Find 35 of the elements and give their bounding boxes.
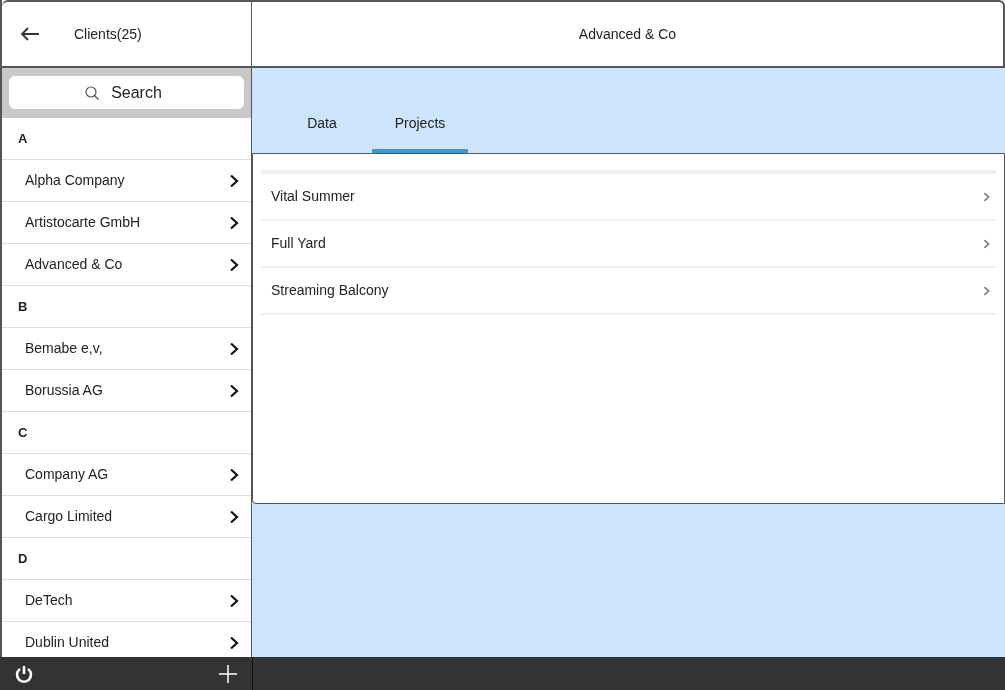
client-list-item[interactable]: Bemabe e,v, xyxy=(2,328,251,370)
chevron-right-icon xyxy=(229,635,239,650)
chevron-right-icon xyxy=(229,173,239,188)
chevron-right-icon xyxy=(229,215,239,230)
section-letter: D xyxy=(18,549,28,568)
project-list-item[interactable]: Streaming Balcony xyxy=(261,268,996,315)
chevron-right-icon xyxy=(983,238,990,249)
client-list-item[interactable]: Company AG xyxy=(2,454,251,496)
search-field[interactable]: Search xyxy=(9,76,244,109)
chevron-right-icon xyxy=(229,257,239,272)
chevron-right-icon xyxy=(229,341,239,356)
power-icon xyxy=(14,663,34,684)
tab[interactable]: Data xyxy=(274,97,370,153)
client-list-item[interactable]: Alpha Company xyxy=(2,160,251,202)
section-letter: B xyxy=(18,297,28,316)
client-list-item[interactable]: Cargo Limited xyxy=(2,496,251,538)
client-list-item[interactable]: Borussia AG xyxy=(2,370,251,412)
sidebar-title: Clients(25) xyxy=(74,24,142,44)
client-list-item[interactable]: Advanced & Co xyxy=(2,244,251,286)
project-list-item[interactable]: Vital Summer xyxy=(261,174,996,221)
client-list-item[interactable]: DeTech xyxy=(2,580,251,622)
chevron-right-icon xyxy=(229,509,239,524)
plus-icon xyxy=(218,663,238,684)
chevron-right-icon xyxy=(983,285,990,296)
detail-title: Advanced & Co xyxy=(578,24,677,44)
client-list-item[interactable]: Artistocarte GmbH xyxy=(2,202,251,244)
chevron-right-icon xyxy=(229,467,239,482)
chevron-right-icon xyxy=(229,383,239,398)
section-letter: C xyxy=(18,423,28,442)
chevron-right-icon xyxy=(983,191,990,202)
chevron-right-icon xyxy=(229,593,239,608)
back-arrow-icon xyxy=(20,26,40,42)
project-list-item[interactable]: Full Yard xyxy=(261,221,996,268)
search-icon xyxy=(84,85,100,101)
section-letter: A xyxy=(18,129,28,148)
